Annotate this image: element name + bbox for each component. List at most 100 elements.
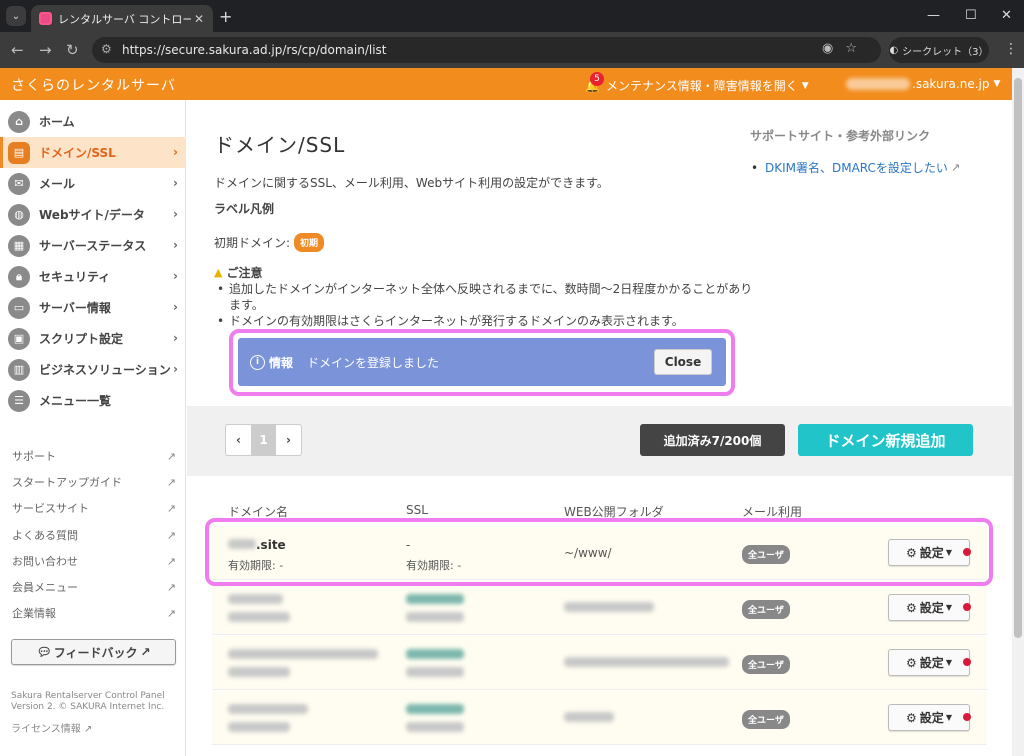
link-service-site[interactable]: サービスサイト ↗ [12, 498, 176, 518]
account-menu[interactable]: .sakura.ne.jp ▼ [846, 77, 1000, 91]
minimize-icon[interactable]: — [927, 8, 940, 23]
blurred-text [406, 722, 464, 732]
sidebar-item-server-status[interactable]: ▦ サーバーステータス › [0, 230, 186, 261]
sidebar-item-label: サーバーステータス [39, 239, 147, 253]
sidebar-item-website[interactable]: ◍ Webサイト/データ › [0, 199, 186, 230]
chevron-right-icon: › [173, 269, 178, 283]
notice-title-text: ご注意 [226, 266, 263, 280]
notice-list: 追加したドメインがインターネット全体へ反映されるまでに、数時間〜2日程度かかるこ… [217, 281, 762, 329]
settings-button[interactable]: ⚙ 設定 ▼ [888, 649, 971, 676]
mail-icon: ✉ [8, 172, 30, 195]
incognito-label: シークレット（3） [902, 46, 989, 58]
sidebar-item-server-info[interactable]: ▭ サーバー情報 › [0, 292, 186, 323]
sidebar-item-home[interactable]: ⌂ ホーム [0, 106, 186, 137]
support-title: サポートサイト・参考外部リンク [750, 129, 931, 143]
sidebar-item-label: メニュー一覧 [39, 394, 112, 408]
feedback-button[interactable]: 💬︎ フィードバック ↗ [11, 639, 176, 665]
chevron-right-icon: › [173, 331, 178, 345]
prev-page-button[interactable]: ‹ [226, 425, 251, 455]
scrollbar[interactable] [1012, 68, 1024, 756]
sidebar-item-mail[interactable]: ✉ メール › [0, 168, 186, 199]
external-link-icon: ↗ [166, 528, 176, 542]
sidebar-item-label: セキュリティ [39, 270, 111, 284]
chevron-right-icon: › [173, 145, 178, 159]
chevron-right-icon: › [173, 176, 178, 190]
favicon-icon [39, 12, 52, 25]
blurred-text [228, 612, 290, 622]
page-description: ドメインに関するSSL、メール利用、Webサイト利用の設定ができます。 [214, 176, 609, 190]
legend-row: 初期ドメイン: 初期 [214, 233, 325, 252]
blurred-text [406, 594, 464, 604]
domain-name[interactable] [228, 593, 283, 607]
current-page[interactable]: 1 [251, 425, 276, 455]
link-contact[interactable]: お問い合わせ ↗ [12, 551, 176, 571]
table-row: 全ユーザ ⚙ 設定 ▼ [212, 691, 987, 745]
support-link-dkim[interactable]: DKIM署名、DMARCを設定したい ↗ [751, 159, 960, 176]
browser-menu-icon[interactable]: ⋮ [1004, 41, 1018, 57]
sidebar-item-menu-list[interactable]: ☰ メニュー一覧 [0, 385, 186, 416]
domain-name[interactable] [228, 703, 308, 717]
link-label: 会員メニュー [12, 581, 78, 594]
link-label: よくある質問 [12, 529, 78, 542]
forward-icon[interactable]: → [39, 41, 52, 59]
sidebar-item-security[interactable]: 🔒︎ セキュリティ › [0, 261, 186, 292]
link-label: サービスサイト [12, 502, 89, 515]
chat-icon: 💬︎ [36, 645, 52, 659]
blurred-text [406, 667, 464, 677]
brand-title[interactable]: さくらのレンタルサーバ [11, 75, 176, 95]
home-icon: ⌂ [8, 110, 30, 133]
page-title: ドメイン/SSL [214, 133, 346, 157]
reload-icon[interactable]: ↻ [66, 41, 79, 59]
link-company-info[interactable]: 企業情報 ↗ [12, 603, 176, 623]
link-member-menu[interactable]: 会員メニュー ↗ [12, 577, 176, 597]
link-faq[interactable]: よくある質問 ↗ [12, 525, 176, 545]
site-info-icon[interactable]: ⚙ [101, 42, 112, 56]
sidebar-item-domain-ssl[interactable]: ▤ ドメイン/SSL › [0, 137, 186, 168]
incognito-indicator[interactable]: ◐ シークレット（3） [889, 37, 989, 63]
sidebar-item-label: サーバー情報 [39, 301, 111, 315]
link-support[interactable]: サポート ↗ [12, 446, 176, 466]
domain-name[interactable] [228, 648, 378, 662]
settings-label: 設定 [919, 711, 944, 725]
link-startup-guide[interactable]: スタートアップガイド ↗ [12, 472, 176, 492]
sidebar-item-script[interactable]: ▣ スクリプト設定 › [0, 323, 186, 354]
close-tab-icon[interactable]: ✕ [191, 12, 207, 26]
footer-line: Version 2. © SAKURA Internet Inc. [11, 702, 165, 712]
highlight-outline [205, 518, 993, 586]
alert-dot [963, 713, 971, 721]
blurred-text [564, 657, 729, 667]
settings-button[interactable]: ⚙ 設定 ▼ [888, 594, 971, 621]
warning-icon: ▲ [214, 266, 223, 279]
omnibox-actions-icon[interactable]: ◉☆ [822, 41, 869, 56]
url-text: https://secure.sakura.ad.jp/rs/cp/domain… [122, 43, 387, 57]
chart-icon: ▦ [8, 234, 30, 257]
scrollbar-thumb[interactable] [1014, 78, 1022, 638]
close-window-icon[interactable]: ✕ [1001, 8, 1012, 23]
legend-label: 初期ドメイン: [214, 236, 291, 250]
close-button[interactable]: Close [654, 349, 712, 375]
license-link[interactable]: ライセンス情報 ↗ [11, 720, 92, 735]
table-row: 全ユーザ ⚙ 設定 ▼ [212, 636, 987, 690]
mail-usage-badge: 全ユーザ [742, 655, 790, 674]
back-icon[interactable]: ← [11, 41, 24, 59]
settings-button[interactable]: ⚙ 設定 ▼ [888, 704, 971, 731]
maintenance-menu[interactable]: 🔔 5 メンテナンス情報・障害情報を開く ▼ [585, 71, 809, 94]
web-folder [564, 601, 654, 615]
bell-icon: 🔔 5 [585, 71, 604, 93]
next-page-button[interactable]: › [276, 425, 301, 455]
notice-title: ▲ ご注意 [214, 264, 262, 281]
sidebar-item-business[interactable]: ▥ ビジネスソリューション › [0, 354, 186, 385]
maximize-icon[interactable]: ☐ [965, 8, 977, 23]
web-folder [564, 656, 729, 670]
incognito-icon: ◐ [889, 44, 899, 56]
table-row: 全ユーザ ⚙ 設定 ▼ [212, 581, 987, 635]
info-label: 情報 [269, 355, 294, 370]
url-field[interactable]: ⚙ https://secure.sakura.ad.jp/rs/cp/doma… [92, 37, 881, 63]
mail-usage-badge: 全ユーザ [742, 600, 790, 619]
tab-search-icon[interactable]: ⌄ [6, 6, 26, 26]
browser-tab[interactable]: レンタルサーバ コントロールパネル ✕ [31, 5, 213, 32]
chevron-right-icon: › [173, 300, 178, 314]
add-domain-button[interactable]: ドメイン新規追加 [798, 424, 973, 456]
domain-icon: ▤ [8, 141, 30, 164]
new-tab-icon[interactable]: + [219, 7, 232, 26]
